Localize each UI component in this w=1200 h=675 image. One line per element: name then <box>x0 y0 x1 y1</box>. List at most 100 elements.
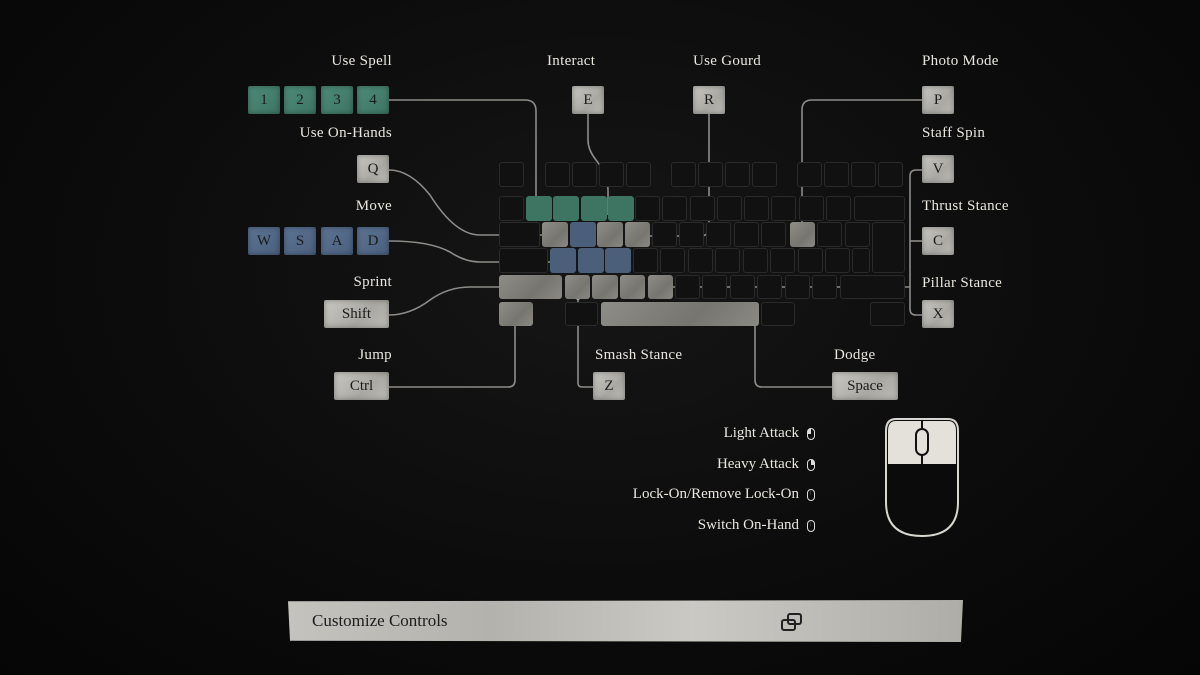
keyboard-key <box>730 275 755 299</box>
keyboard-key <box>790 222 815 247</box>
keyboard-key <box>761 222 786 247</box>
keyboard-key <box>761 302 795 326</box>
mouse-left-click-icon <box>807 427 815 440</box>
customize-controls-button[interactable]: Customize Controls <box>288 600 963 642</box>
keyboard-key <box>852 248 870 273</box>
keyboard-key <box>499 162 524 187</box>
keyboard-key <box>706 222 731 247</box>
key-shift[interactable]: Shift <box>324 300 389 328</box>
mouse-heavy-attack: Heavy Attack <box>717 456 815 473</box>
key-d[interactable]: D <box>357 227 389 255</box>
key-s[interactable]: S <box>284 227 316 255</box>
label-pillar-stance: Pillar Stance <box>922 275 1003 291</box>
keyboard-key <box>688 248 713 273</box>
key-p[interactable]: P <box>922 86 954 114</box>
keyboard-key <box>854 196 905 221</box>
keyboard-key <box>633 248 658 273</box>
keyboard-key <box>545 162 570 187</box>
key-z[interactable]: Z <box>593 372 625 400</box>
keyboard-key <box>840 275 905 299</box>
keyboard-key <box>799 196 824 221</box>
keyboard-key <box>565 302 598 326</box>
key-e[interactable]: E <box>572 86 604 114</box>
label-jump: Jump <box>358 347 392 363</box>
connector-line <box>754 316 832 388</box>
keyboard-key <box>578 248 604 273</box>
keyboard-key <box>620 275 645 299</box>
keyboard-key <box>817 222 842 247</box>
keyboard-key <box>652 222 677 247</box>
key-2[interactable]: 2 <box>284 86 316 114</box>
mouse-label: Lock-On/Remove Lock-On <box>632 486 799 502</box>
keyboard-key <box>499 222 540 247</box>
keyboard-key <box>499 196 524 221</box>
keyboard-key <box>660 248 685 273</box>
connector-line <box>909 169 922 316</box>
key-r[interactable]: R <box>693 86 725 114</box>
keyboard-key <box>601 302 759 326</box>
keyboard-key <box>626 162 651 187</box>
label-thrust-stance: Thrust Stance <box>922 198 1009 214</box>
key-w[interactable]: W <box>248 227 280 255</box>
keyboard-key <box>752 162 777 187</box>
key-v[interactable]: V <box>922 155 954 183</box>
key-3[interactable]: 3 <box>321 86 353 114</box>
keyboard-key <box>702 275 727 299</box>
mouse-middle-click-icon <box>807 488 815 501</box>
mouse-light-attack: Light Attack <box>724 425 815 442</box>
keyboard-key <box>797 162 822 187</box>
keyboard-key <box>725 162 750 187</box>
key-space[interactable]: Space <box>832 372 898 400</box>
connector-line <box>389 316 516 388</box>
keyboard-key <box>826 196 851 221</box>
mouse-label: Switch On-Hand <box>697 517 799 533</box>
key-1[interactable]: 1 <box>248 86 280 114</box>
key-ctrl[interactable]: Ctrl <box>334 372 389 400</box>
label-use-on-hands: Use On-Hands <box>299 125 392 141</box>
keyboard-key <box>715 248 740 273</box>
keyboard-key <box>698 162 723 187</box>
keyboard-key <box>851 162 876 187</box>
keyboard-key <box>499 275 562 299</box>
label-dodge: Dodge <box>834 347 876 363</box>
keyboard-key <box>635 196 660 221</box>
keyboard-key <box>825 248 850 273</box>
label-move: Move <box>355 198 392 214</box>
keyboard-key <box>671 162 696 187</box>
key-x[interactable]: X <box>922 300 954 328</box>
customize-controls-label: Customize Controls <box>312 611 448 630</box>
keyboard-key <box>771 196 796 221</box>
keyboard-key <box>625 222 650 247</box>
keyboard-key <box>499 248 548 273</box>
keyboard-key <box>581 196 607 221</box>
mouse-right-click-icon <box>807 458 815 471</box>
keyboard-key <box>770 248 795 273</box>
key-a[interactable]: A <box>321 227 353 255</box>
mouse-label: Light Attack <box>723 425 799 441</box>
keyboard-key <box>812 275 837 299</box>
keyboard-key <box>690 196 715 221</box>
label-sprint: Sprint <box>353 274 392 290</box>
keyboard-key <box>662 196 687 221</box>
keyboard-key <box>648 275 673 299</box>
keyboard-key <box>675 275 700 299</box>
key-c[interactable]: C <box>922 227 954 255</box>
mouse-label: Heavy Attack <box>716 456 799 472</box>
label-photo-mode: Photo Mode <box>922 53 999 69</box>
key-q[interactable]: Q <box>357 155 389 183</box>
label-staff-spin: Staff Spin <box>922 125 986 141</box>
keyboard-key <box>845 222 870 247</box>
keyboard-key <box>572 162 597 187</box>
key-4[interactable]: 4 <box>357 86 389 114</box>
keyboard-key <box>785 275 810 299</box>
label-interact: Interact <box>547 53 596 69</box>
keyboard-key <box>599 162 624 187</box>
keyboard-key <box>878 162 903 187</box>
mouse-switch-on-hand: Switch On-Hand <box>698 517 815 534</box>
keyboard-key <box>592 275 618 299</box>
keyboard-key <box>743 248 768 273</box>
keyboard-key <box>605 248 631 273</box>
keyboard-key <box>824 162 849 187</box>
keyboard-key <box>744 196 769 221</box>
label-use-gourd: Use Gourd <box>693 53 762 69</box>
